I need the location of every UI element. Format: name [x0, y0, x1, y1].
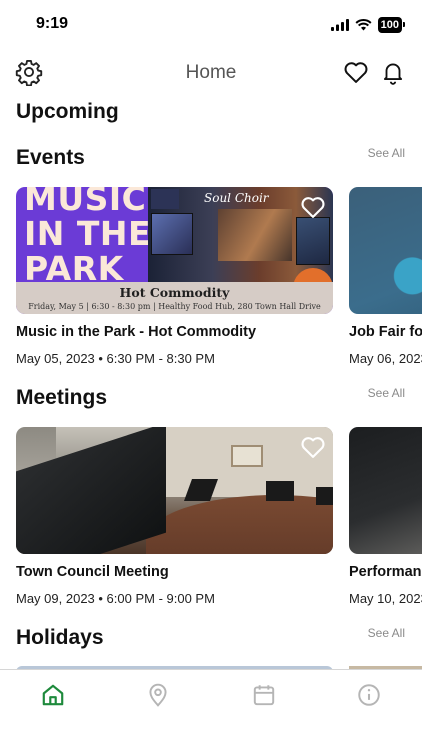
poster-band-strip: Hot Commodity Friday, May 5 | 6:30 - 8:3…	[16, 282, 333, 314]
event-card-title: Job Fair for	[349, 324, 422, 340]
meeting-card-title: Town Council Meeting	[16, 564, 169, 580]
info-icon[interactable]	[356, 682, 382, 708]
map-pin-icon[interactable]	[145, 682, 171, 708]
battery-indicator: 100	[377, 17, 406, 33]
notifications-bell-icon[interactable]	[380, 58, 406, 86]
events-see-all-link[interactable]: See All	[368, 146, 405, 160]
event-card-image: MUSIC IN THE PARK Soul Choir Hot Commodi…	[16, 187, 333, 314]
poster-choir-name: Soul Choir	[204, 191, 269, 205]
meeting-card-date: May 10, 2023	[349, 591, 422, 606]
favorites-heart-icon[interactable]	[342, 58, 370, 86]
bottom-tab-bar	[0, 669, 422, 750]
event-card-date: May 06, 2023	[349, 351, 422, 366]
favorite-heart-icon[interactable]	[299, 433, 327, 461]
nav-bar: Home	[0, 52, 422, 92]
events-heading: Events	[16, 146, 85, 169]
favorite-heart-icon[interactable]	[299, 193, 327, 221]
event-card-image	[349, 187, 422, 314]
meeting-card-title: Performan	[349, 564, 422, 580]
meeting-card[interactable]: Town Council Meeting May 09, 2023 • 6:00…	[16, 427, 333, 606]
home-icon[interactable]	[40, 682, 66, 708]
meeting-card-image	[349, 427, 422, 554]
event-card[interactable]: Job Fair for May 06, 2023	[349, 187, 422, 366]
holidays-see-all-link[interactable]: See All	[368, 626, 405, 640]
event-card[interactable]: MUSIC IN THE PARK Soul Choir Hot Commodi…	[16, 187, 333, 366]
event-card-date: May 05, 2023 • 6:30 PM - 8:30 PM	[16, 351, 215, 366]
wifi-icon	[355, 19, 372, 31]
signal-icon	[330, 19, 349, 31]
status-time: 9:19	[36, 15, 69, 32]
meeting-card[interactable]: Performan May 10, 2023	[349, 427, 422, 606]
meetings-see-all-link[interactable]: See All	[368, 386, 405, 400]
council-room-photo	[16, 427, 333, 554]
status-icons: 100	[330, 17, 406, 33]
status-bar: 9:19 100	[0, 0, 422, 50]
meeting-card-image	[16, 427, 333, 554]
poster-band-name: Hot Commodity	[119, 285, 230, 300]
upcoming-heading: Upcoming	[16, 100, 119, 123]
meeting-card-date: May 09, 2023 • 6:00 PM - 9:00 PM	[16, 591, 215, 606]
poster-band-info: Friday, May 5 | 6:30 - 8:30 pm | Healthy…	[28, 302, 321, 311]
holidays-heading: Holidays	[16, 626, 104, 649]
meetings-heading: Meetings	[16, 386, 108, 409]
poster-headline: MUSIC IN THE PARK	[24, 187, 152, 288]
event-poster: MUSIC IN THE PARK Soul Choir Hot Commodi…	[16, 187, 333, 314]
calendar-icon[interactable]	[251, 682, 277, 708]
event-card-title: Music in the Park - Hot Commodity	[16, 324, 257, 340]
